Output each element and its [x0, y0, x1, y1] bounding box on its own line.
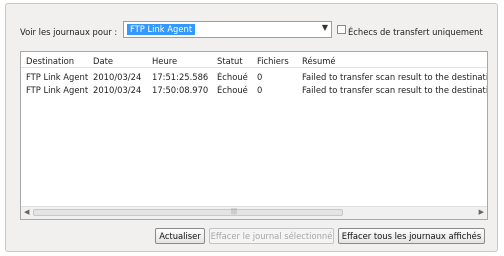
column-header-status[interactable]: Statut [217, 56, 253, 66]
refresh-button[interactable]: Actualiser [155, 228, 205, 244]
cell-destination: FTP Link Agent [26, 85, 88, 95]
failed-only-checkbox[interactable] [337, 25, 346, 34]
clear-all-logs-button[interactable]: Effacer tous les journaux affichés [338, 228, 485, 244]
destination-selected-value: FTP Link Agent [127, 24, 196, 35]
cell-destination: FTP Link Agent [26, 72, 88, 82]
destination-dropdown[interactable]: FTP Link Agent ▼ [123, 21, 332, 38]
scrollbar-thumb[interactable] [33, 209, 343, 216]
scroll-left-icon[interactable]: ◀ [24, 208, 29, 216]
cell-date: 2010/03/24 [93, 85, 142, 95]
column-header-time[interactable]: Heure [152, 56, 212, 66]
table-row[interactable]: FTP Link Agent 2010/03/24 17:50:08.970 É… [21, 85, 487, 97]
cell-status: Échoué [217, 85, 248, 95]
clear-selected-log-button[interactable]: Effacer le journal sélectionné [209, 228, 334, 244]
column-header-date[interactable]: Date [93, 56, 153, 66]
cell-summary: Failed to transfer scan result to the de… [302, 85, 487, 95]
filter-label: Voir les journaux pour : [20, 27, 118, 37]
cell-status: Échoué [217, 72, 248, 82]
horizontal-scrollbar[interactable]: ◀ ||| ▶ [21, 206, 487, 219]
scroll-right-icon[interactable]: ▶ [479, 208, 484, 216]
table-row[interactable]: FTP Link Agent 2010/03/24 17:51:25.586 É… [21, 72, 487, 84]
column-header-summary[interactable]: Résumé [302, 56, 487, 66]
cell-time: 17:51:25.586 [152, 72, 209, 82]
cell-summary: Failed to transfer scan result to the de… [302, 72, 487, 82]
column-header-files[interactable]: Fichiers [257, 56, 297, 66]
cell-files: 0 [257, 72, 263, 82]
cell-date: 2010/03/24 [93, 72, 142, 82]
log-table[interactable]: Destination Date Heure Statut Fichiers R… [20, 51, 488, 220]
column-header-destination[interactable]: Destination [26, 56, 88, 66]
chevron-down-icon[interactable]: ▼ [322, 23, 328, 32]
failed-only-label[interactable]: Échecs de transfert uniquement [348, 27, 483, 37]
scrollbar-grip-icon: ||| [231, 208, 238, 215]
cell-files: 0 [257, 85, 263, 95]
cell-time: 17:50:08.970 [152, 85, 209, 95]
log-table-header: Destination Date Heure Statut Fichiers R… [21, 52, 487, 68]
